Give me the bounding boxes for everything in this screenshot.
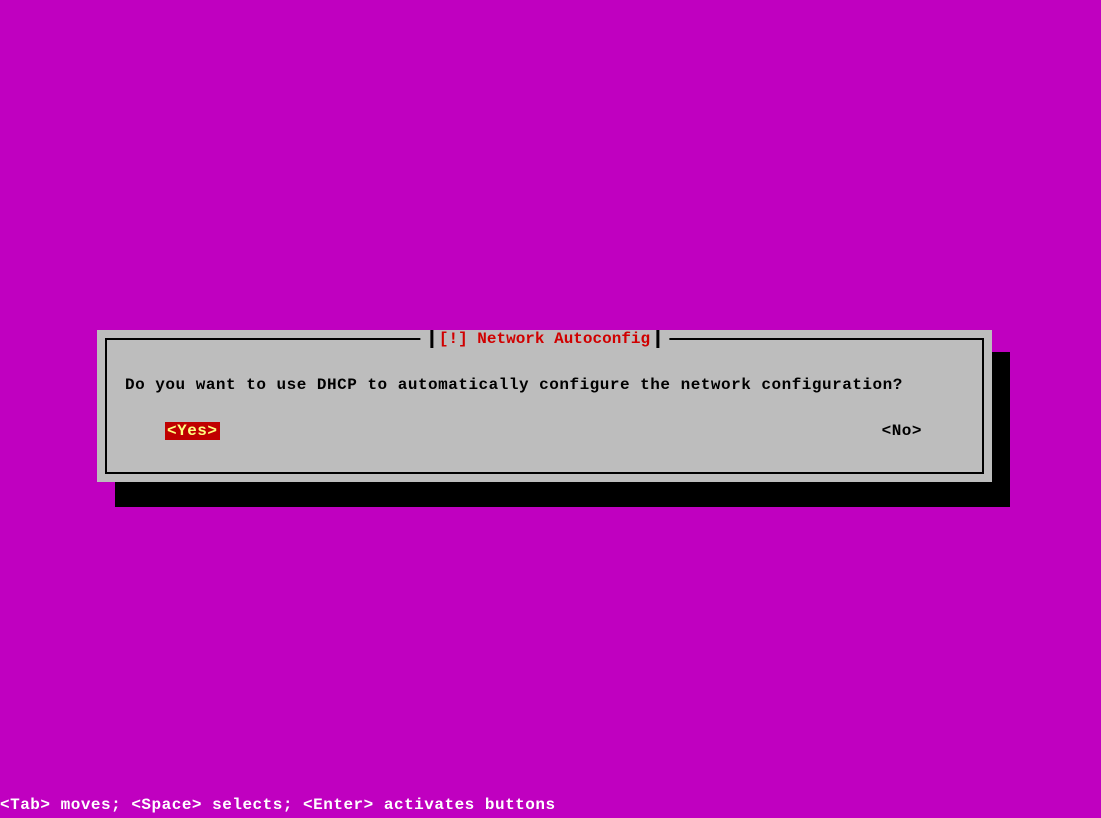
dialog-frame: [!] Network Autoconfig Do you want to us… — [105, 338, 984, 474]
dialog-message: Do you want to use DHCP to automatically… — [121, 376, 968, 394]
title-bracket-left-icon — [430, 330, 433, 348]
footer-hint: <Tab> moves; <Space> selects; <Enter> ac… — [0, 796, 556, 814]
dialog-box: [!] Network Autoconfig Do you want to us… — [97, 330, 992, 482]
dialog-buttons: <Yes> <No> — [121, 422, 968, 444]
yes-button[interactable]: <Yes> — [165, 422, 220, 440]
title-bracket-right-icon — [656, 330, 659, 348]
dialog-title-wrap: [!] Network Autoconfig — [420, 330, 669, 348]
no-button[interactable]: <No> — [880, 422, 924, 440]
dialog-title: [!] Network Autoconfig — [439, 330, 650, 348]
